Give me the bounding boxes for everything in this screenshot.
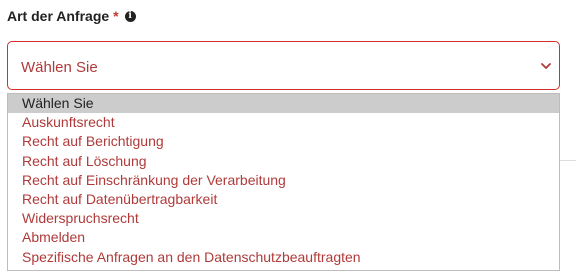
option-spezifische-anfragen[interactable]: Spezifische Anfragen an den Datenschutzb… <box>8 248 559 267</box>
option-abmelden[interactable]: Abmelden <box>8 228 559 247</box>
request-type-label: Art der Anfrage * i <box>7 7 136 25</box>
select-current-value: Wählen Sie <box>21 59 98 76</box>
option-waehlen-sie[interactable]: Wählen Sie <box>8 94 559 114</box>
request-type-select[interactable]: Wählen Sie <box>7 41 560 90</box>
option-recht-auf-berichtigung[interactable]: Recht auf Berichtigung <box>8 132 559 151</box>
request-type-label-text: Art der Anfrage <box>7 8 110 24</box>
option-recht-auf-einschraenkung[interactable]: Recht auf Einschränkung der Verarbeitung <box>8 171 559 190</box>
required-asterisk: * <box>113 8 119 24</box>
info-icon[interactable]: i <box>124 10 136 22</box>
background-divider <box>560 160 576 161</box>
option-recht-auf-datenuebertragbarkeit[interactable]: Recht auf Datenübertragbarkeit <box>8 190 559 209</box>
option-auskunftsrecht[interactable]: Auskunftsrecht <box>8 113 559 132</box>
option-widerspruchsrecht[interactable]: Widerspruchsrecht <box>8 209 559 228</box>
option-recht-auf-loeschung[interactable]: Recht auf Löschung <box>8 152 559 171</box>
chevron-down-icon <box>541 63 551 69</box>
request-type-options-list: Wählen Sie Auskunftsrecht Recht auf Beri… <box>7 93 560 271</box>
